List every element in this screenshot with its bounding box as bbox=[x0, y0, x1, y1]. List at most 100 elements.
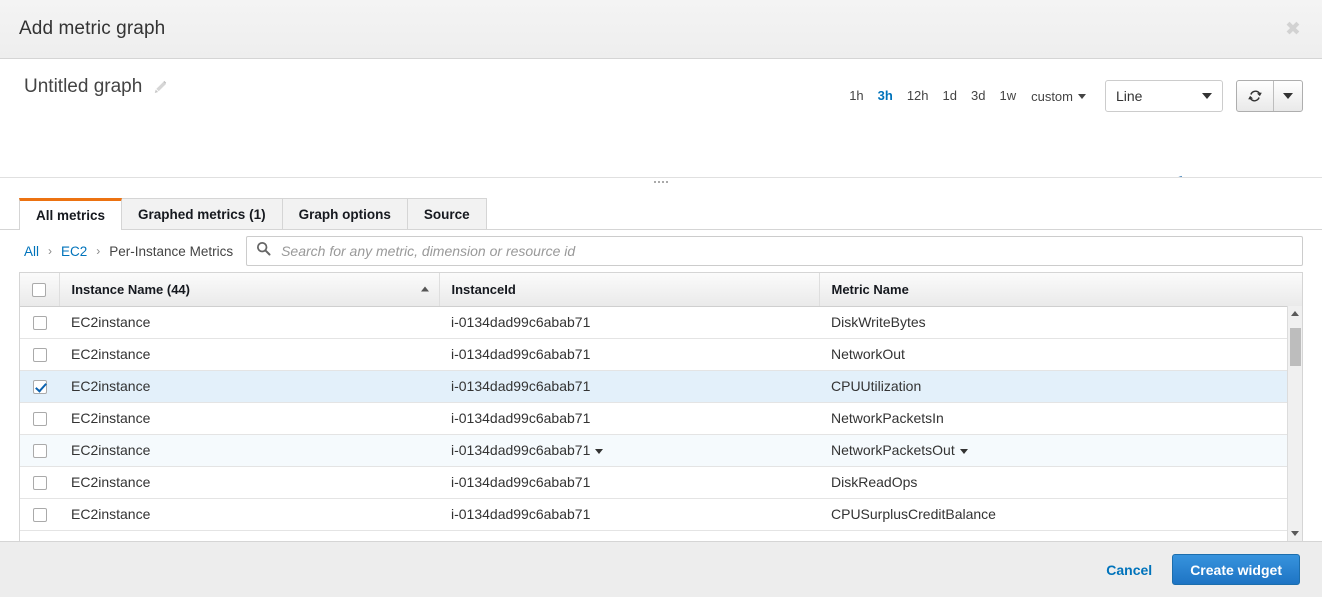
row-select-cell[interactable] bbox=[20, 434, 59, 467]
column-header-metric-name[interactable]: Metric Name bbox=[819, 273, 1302, 307]
metrics-table-container: Instance Name (44) InstanceId Metric Nam… bbox=[19, 272, 1303, 541]
cell-instance-id: i-0134dad99c6abab71 bbox=[439, 466, 819, 499]
tab-source[interactable]: Source bbox=[406, 198, 487, 229]
row-checkbox[interactable] bbox=[32, 316, 47, 331]
breadcrumb-ec2[interactable]: EC2 bbox=[61, 244, 87, 259]
tab-graphed-metrics[interactable]: Graphed metrics (1) bbox=[121, 198, 283, 229]
row-checkbox[interactable] bbox=[32, 508, 47, 523]
search-box[interactable] bbox=[246, 236, 1303, 266]
table-vertical-scrollbar[interactable] bbox=[1287, 306, 1302, 541]
scroll-down-icon[interactable] bbox=[1288, 526, 1302, 541]
chart-type-select[interactable]: Line bbox=[1105, 80, 1223, 112]
column-header-metric-name-label: Metric Name bbox=[831, 281, 909, 297]
cell-metric-name: NetworkPacketsOut bbox=[819, 434, 1302, 467]
tab-all-metrics[interactable]: All metrics bbox=[19, 198, 123, 230]
search-input[interactable] bbox=[279, 242, 1293, 260]
cell-instance-name: EC2instance bbox=[59, 402, 439, 435]
cell-instance-name: EC2instance bbox=[59, 306, 439, 339]
chart-type-value: Line bbox=[1116, 88, 1143, 104]
graph-header: Untitled graph 1h 3h 12h 1d 3d 1w custom… bbox=[0, 59, 1322, 112]
cell-metric-name-text: NetworkPacketsOut bbox=[831, 442, 955, 458]
column-header-instance-name[interactable]: Instance Name (44) bbox=[59, 273, 440, 307]
dialog-footer: Cancel Create widget bbox=[0, 541, 1322, 597]
breadcrumb-separator-icon: › bbox=[48, 244, 53, 258]
time-range-controls: 1h 3h 12h 1d 3d 1w custom Line bbox=[842, 76, 1303, 112]
row-checkbox[interactable] bbox=[32, 348, 47, 363]
range-1d[interactable]: 1d bbox=[936, 83, 964, 109]
tab-graph-options-label: Graph options bbox=[298, 206, 391, 222]
cell-instance-id: i-0134dad99c6abab71 bbox=[439, 498, 819, 531]
table-row[interactable]: EC2instance i-0134dad99c6abab71 DiskRead… bbox=[20, 466, 1302, 499]
refresh-options-button[interactable] bbox=[1274, 81, 1302, 111]
sort-ascending-icon bbox=[420, 286, 429, 292]
dialog-title: Add metric graph bbox=[19, 18, 166, 39]
scrollbar-thumb[interactable] bbox=[1290, 328, 1301, 366]
panel-splitter[interactable] bbox=[0, 177, 1322, 199]
tab-all-metrics-label: All metrics bbox=[36, 208, 106, 223]
range-custom-label: custom bbox=[1031, 88, 1073, 104]
create-widget-button[interactable]: Create widget bbox=[1172, 554, 1300, 585]
metric-name-dropdown-icon[interactable] bbox=[959, 448, 968, 454]
range-custom-dropdown[interactable]: custom bbox=[1023, 84, 1092, 109]
cell-metric-name: DiskReadOps bbox=[819, 466, 1302, 499]
breadcrumb-separator-icon: › bbox=[96, 244, 101, 258]
range-1w[interactable]: 1w bbox=[992, 83, 1023, 109]
tab-graphed-metrics-label: Graphed metrics (1) bbox=[138, 206, 266, 222]
table-row[interactable]: EC2instance i-0134dad99c6abab71 DiskWrit… bbox=[20, 306, 1302, 339]
breadcrumb-all[interactable]: All bbox=[24, 244, 39, 259]
table-row[interactable]: EC2instance i-0134dad99c6abab71 CPUSurpl… bbox=[20, 498, 1302, 531]
table-row[interactable]: EC2instance i-0134dad99c6abab71 NetworkP… bbox=[20, 402, 1302, 435]
cell-metric-name: NetworkOut bbox=[819, 338, 1302, 371]
cell-instance-name: EC2instance bbox=[59, 498, 439, 531]
cell-instance-id: i-0134dad99c6abab71 bbox=[439, 370, 819, 403]
column-header-instance-id[interactable]: InstanceId bbox=[439, 273, 820, 307]
row-select-cell[interactable] bbox=[20, 370, 59, 403]
row-select-cell[interactable] bbox=[20, 338, 59, 371]
row-checkbox[interactable] bbox=[32, 476, 47, 491]
search-icon bbox=[256, 241, 271, 261]
row-checkbox[interactable] bbox=[32, 412, 47, 427]
cell-instance-name: EC2instance bbox=[59, 338, 439, 371]
row-checkbox[interactable] bbox=[32, 380, 47, 395]
table-row[interactable]: EC2instance i-0134dad99c6abab71 CPUUtili… bbox=[20, 370, 1302, 403]
range-1h[interactable]: 1h bbox=[842, 83, 870, 109]
column-header-instance-name-label: Instance Name (44) bbox=[71, 281, 191, 297]
row-select-cell[interactable] bbox=[20, 498, 59, 531]
graph-title: Untitled graph bbox=[24, 76, 143, 97]
column-header-instance-id-label: InstanceId bbox=[451, 281, 516, 297]
graph-preview-area: Untitled graph 1h 3h 12h 1d 3d 1w custom… bbox=[0, 59, 1322, 199]
row-select-cell[interactable] bbox=[20, 306, 59, 339]
drag-handle-icon[interactable] bbox=[654, 181, 668, 183]
cell-instance-id-text: i-0134dad99c6abab71 bbox=[451, 442, 591, 458]
chevron-down-icon bbox=[1202, 93, 1212, 99]
refresh-button-group bbox=[1236, 80, 1303, 112]
row-select-cell[interactable] bbox=[20, 402, 59, 435]
select-all-header[interactable] bbox=[20, 273, 60, 307]
table-row[interactable]: EC2instance i-0134dad99c6abab71 NetworkP… bbox=[20, 434, 1302, 467]
tab-graph-options[interactable]: Graph options bbox=[281, 198, 408, 229]
refresh-button[interactable] bbox=[1237, 81, 1274, 111]
metrics-table: Instance Name (44) InstanceId Metric Nam… bbox=[20, 273, 1302, 531]
breadcrumb-search-row: All › EC2 › Per-Instance Metrics bbox=[0, 230, 1322, 272]
cell-instance-id: i-0134dad99c6abab71 bbox=[439, 306, 819, 339]
table-row[interactable]: EC2instance i-0134dad99c6abab71 NetworkO… bbox=[20, 338, 1302, 371]
range-3h[interactable]: 3h bbox=[871, 83, 900, 109]
cell-instance-name: EC2instance bbox=[59, 466, 439, 499]
cell-instance-id: i-0134dad99c6abab71 bbox=[439, 402, 819, 435]
close-icon[interactable]: ✖ bbox=[1280, 16, 1306, 42]
graph-title-group: Untitled graph bbox=[24, 76, 168, 98]
pencil-icon[interactable] bbox=[153, 80, 168, 95]
instance-id-dropdown-icon[interactable] bbox=[595, 448, 604, 454]
select-all-checkbox[interactable] bbox=[32, 283, 47, 298]
cell-metric-name: DiskWriteBytes bbox=[819, 306, 1302, 339]
metrics-tabs: All metrics Graphed metrics (1) Graph op… bbox=[0, 198, 1322, 230]
row-select-cell[interactable] bbox=[20, 466, 59, 499]
range-3d[interactable]: 3d bbox=[964, 83, 992, 109]
range-12h[interactable]: 12h bbox=[900, 83, 936, 109]
table-header-row: Instance Name (44) InstanceId Metric Nam… bbox=[20, 273, 1302, 307]
cell-metric-name: NetworkPacketsIn bbox=[819, 402, 1302, 435]
scroll-up-icon[interactable] bbox=[1288, 306, 1302, 321]
cancel-button[interactable]: Cancel bbox=[1106, 562, 1152, 578]
metrics-table-body: EC2instance i-0134dad99c6abab71 DiskWrit… bbox=[20, 306, 1302, 531]
row-checkbox[interactable] bbox=[32, 444, 47, 459]
